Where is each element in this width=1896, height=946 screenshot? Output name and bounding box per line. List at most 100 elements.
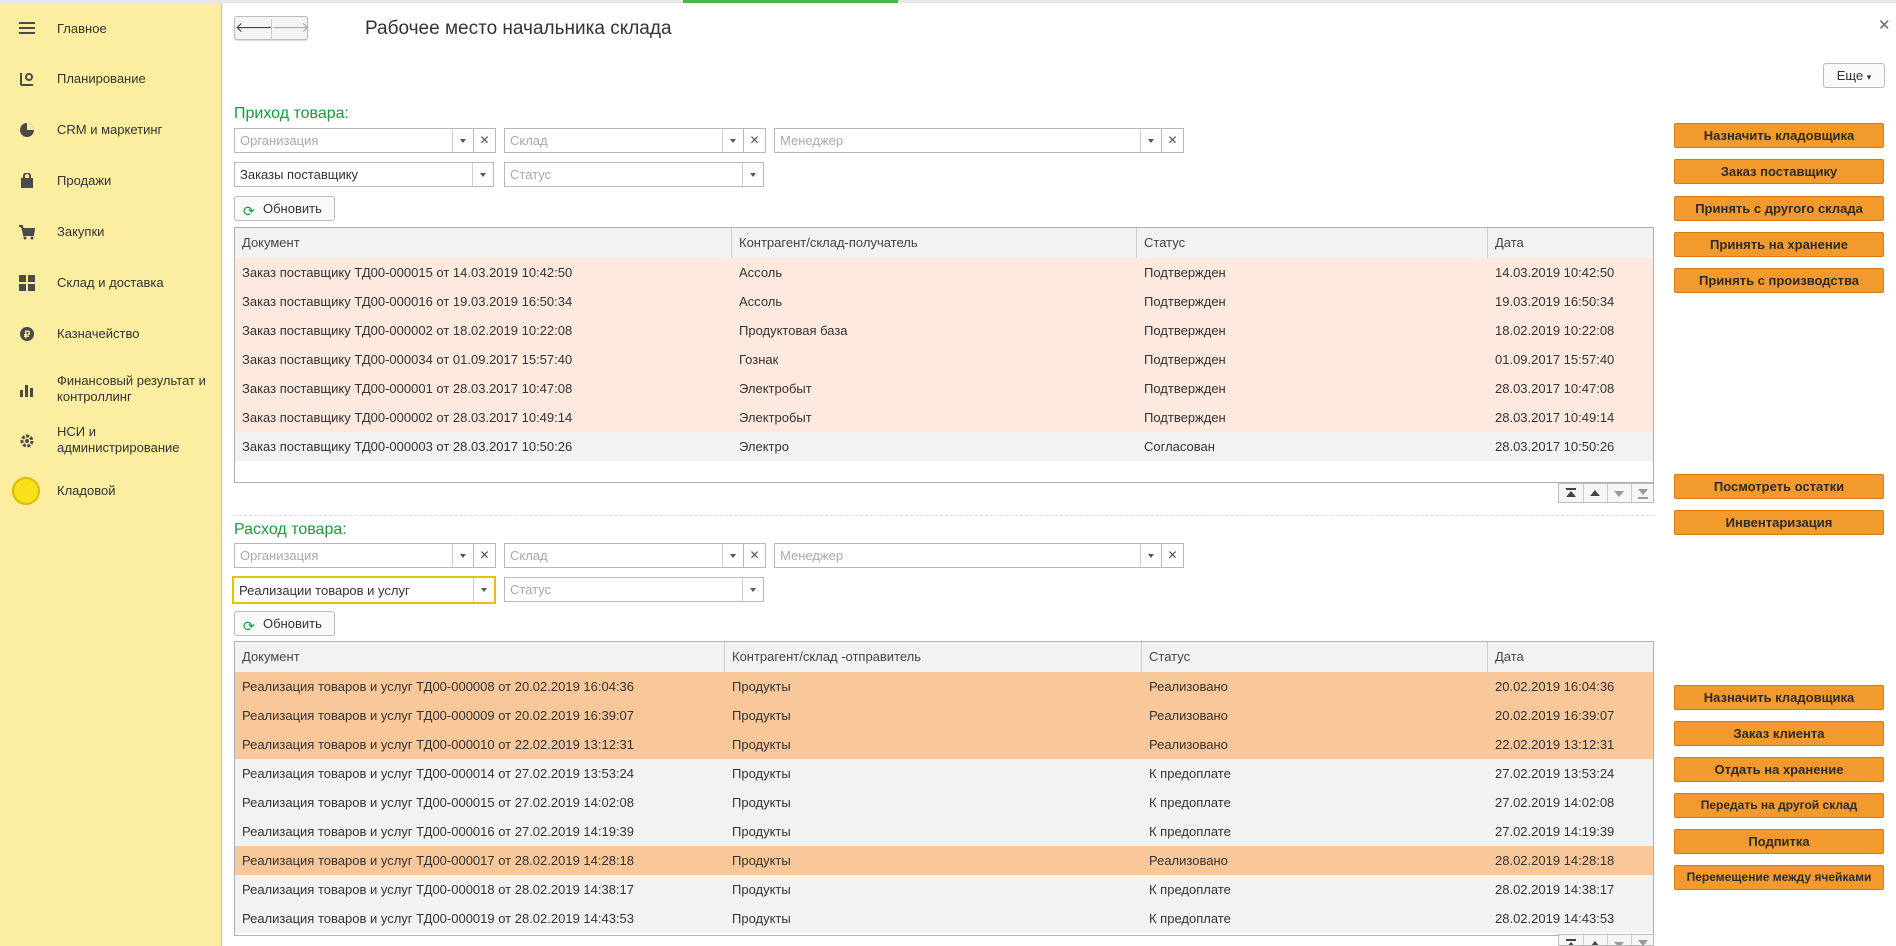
- column-header[interactable]: Статус: [1137, 228, 1488, 258]
- sidebar-item-finance[interactable]: Финансовый результат и контроллинг: [0, 373, 222, 407]
- dropdown-icon[interactable]: [722, 544, 743, 567]
- column-header[interactable]: Контрагент/склад-получатель: [732, 228, 1137, 258]
- table-cell-doc: Заказ поставщику ТД00-000001 от 28.03.20…: [242, 381, 573, 396]
- table-row[interactable]: Реализация товаров и услуг ТД00-000018 о…: [235, 875, 1653, 905]
- view-stock-button[interactable]: Посмотреть остатки: [1674, 474, 1884, 499]
- sidebar-item-planning[interactable]: Планирование: [0, 67, 222, 91]
- outgoing-warehouse-field[interactable]: Склад: [504, 543, 744, 568]
- table-row[interactable]: Заказ поставщику ТД00-000016 от 19.03.20…: [235, 287, 1653, 317]
- incoming-warehouse-field[interactable]: Склад: [504, 128, 744, 153]
- outgoing-org-field[interactable]: Организация: [234, 543, 474, 568]
- outgoing-refresh-button[interactable]: ⟳ Обновить: [234, 611, 335, 636]
- table-row[interactable]: Заказ поставщику ТД00-000002 от 28.03.20…: [235, 403, 1653, 433]
- dropdown-icon[interactable]: [742, 578, 763, 601]
- column-header[interactable]: Дата: [1488, 228, 1653, 258]
- supplier-order-button[interactable]: Заказ поставщику: [1674, 159, 1884, 184]
- close-icon[interactable]: ✕: [1878, 16, 1891, 34]
- move-between-cells-button[interactable]: Перемещение между ячейками: [1674, 865, 1884, 890]
- table-row[interactable]: Заказ поставщику ТД00-000002 от 18.02.20…: [235, 316, 1653, 346]
- incoming-org-field[interactable]: Организация: [234, 128, 474, 153]
- scroll-down-icon[interactable]: [1607, 935, 1632, 945]
- table-row[interactable]: Реализация товаров и услуг ТД00-000010 о…: [235, 730, 1653, 760]
- table-row[interactable]: Реализация товаров и услуг ТД00-000016 о…: [235, 817, 1653, 847]
- coin-icon: ₽: [18, 325, 36, 343]
- sidebar-item-sales[interactable]: Продажи: [0, 169, 222, 193]
- dropdown-icon[interactable]: [472, 163, 493, 186]
- outgoing-doc-type-select[interactable]: Реализации товаров и услуг: [232, 576, 496, 604]
- outgoing-manager-field[interactable]: Менеджер: [774, 543, 1162, 568]
- dropdown-icon[interactable]: [473, 578, 494, 602]
- clear-icon[interactable]: ✕: [1162, 128, 1184, 153]
- table-row[interactable]: Заказ поставщику ТД00-000034 от 01.09.20…: [235, 345, 1653, 375]
- table-row[interactable]: Заказ поставщику ТД00-000001 от 28.03.20…: [235, 374, 1653, 404]
- transfer-to-warehouse-button[interactable]: Передать на другой склад: [1674, 793, 1884, 818]
- dropdown-icon[interactable]: [452, 129, 473, 152]
- active-window-tab[interactable]: [683, 0, 898, 3]
- column-header[interactable]: Контрагент/склад -отправитель: [725, 642, 1142, 672]
- replenishment-button[interactable]: Подпитка: [1674, 829, 1884, 854]
- clear-icon[interactable]: ✕: [744, 128, 766, 153]
- give-to-storage-button[interactable]: Отдать на хранение: [1674, 757, 1884, 782]
- sidebar-item-purchases[interactable]: Закупки: [0, 220, 222, 244]
- clear-icon[interactable]: ✕: [474, 543, 496, 568]
- nav-buttons: 🡐 🡒: [234, 16, 310, 40]
- dropdown-icon[interactable]: [742, 163, 763, 186]
- table-row[interactable]: Реализация товаров и услуг ТД00-000008 о…: [235, 672, 1653, 702]
- incoming-refresh-button[interactable]: ⟳ Обновить: [234, 196, 335, 221]
- assign-storekeeper-in-button[interactable]: Назначить кладовщика: [1674, 123, 1884, 148]
- scroll-bottom-icon[interactable]: [1631, 484, 1655, 502]
- incoming-status-select[interactable]: Статус: [504, 162, 764, 187]
- field-placeholder: Склад: [510, 133, 548, 148]
- table-cell-date: 28.03.2017 10:47:08: [1495, 381, 1615, 396]
- receive-from-production-button[interactable]: Принять с производства: [1674, 268, 1884, 293]
- more-button[interactable]: Еще ▾: [1823, 63, 1885, 88]
- table-row[interactable]: Реализация товаров и услуг ТД00-000019 о…: [235, 904, 1653, 934]
- clear-icon[interactable]: ✕: [474, 128, 496, 153]
- clear-icon[interactable]: ✕: [744, 543, 766, 568]
- incoming-doc-type-select[interactable]: Заказы поставщику: [234, 162, 494, 187]
- table-row[interactable]: Заказ поставщику ТД00-000003 от 28.03.20…: [235, 432, 1653, 462]
- table-cell-date: 27.02.2019 14:19:39: [1495, 824, 1615, 839]
- receive-to-storage-button[interactable]: Принять на хранение: [1674, 232, 1884, 257]
- column-header[interactable]: Документ: [235, 228, 732, 258]
- table-row[interactable]: Реализация товаров и услуг ТД00-000015 о…: [235, 788, 1653, 818]
- sidebar-item-treasury[interactable]: ₽ Казначейство: [0, 322, 222, 346]
- outgoing-status-select[interactable]: Статус: [504, 577, 764, 602]
- clear-icon[interactable]: ✕: [1162, 543, 1184, 568]
- field-value: Реализации товаров и услуг: [239, 583, 410, 598]
- sidebar-item-label: Казначейство: [57, 326, 140, 341]
- table-row[interactable]: Реализация товаров и услуг ТД00-000017 о…: [235, 846, 1653, 876]
- dropdown-icon[interactable]: [722, 129, 743, 152]
- scroll-up-icon[interactable]: [1583, 484, 1608, 502]
- dropdown-icon[interactable]: [1140, 544, 1161, 567]
- table-row[interactable]: Реализация товаров и услуг ТД00-000014 о…: [235, 759, 1653, 789]
- scroll-bottom-icon[interactable]: [1631, 935, 1653, 945]
- dropdown-icon[interactable]: [1140, 129, 1161, 152]
- sidebar-item-admin[interactable]: НСИ и администрирование: [0, 424, 222, 458]
- inventory-button[interactable]: Инвентаризация: [1674, 510, 1884, 535]
- arrow-left-icon[interactable]: 🡐: [235, 19, 273, 36]
- client-order-button[interactable]: Заказ клиента: [1674, 721, 1884, 746]
- incoming-manager-field[interactable]: Менеджер: [774, 128, 1162, 153]
- sidebar-item-crm[interactable]: CRM и маркетинг: [0, 118, 222, 142]
- sidebar-item-warehouse[interactable]: Склад и доставка: [0, 271, 222, 295]
- table-cell-status: Подтвержден: [1144, 381, 1226, 396]
- table-cell-doc: Реализация товаров и услуг ТД00-000008 о…: [242, 679, 635, 694]
- arrow-right-icon[interactable]: 🡒: [271, 19, 310, 39]
- sidebar-item-label: Закупки: [57, 224, 105, 239]
- table-row[interactable]: Реализация товаров и услуг ТД00-000009 о…: [235, 701, 1653, 731]
- scroll-up-icon[interactable]: [1583, 935, 1608, 945]
- scroll-down-icon[interactable]: [1607, 484, 1632, 502]
- column-header[interactable]: Дата: [1488, 642, 1653, 672]
- receive-from-warehouse-button[interactable]: Принять с другого склада: [1674, 196, 1884, 221]
- dropdown-icon[interactable]: [452, 544, 473, 567]
- table-cell-doc: Реализация товаров и услуг ТД00-000016 о…: [242, 824, 635, 839]
- table-row[interactable]: Заказ поставщику ТД00-000015 от 14.03.20…: [235, 258, 1653, 288]
- column-header[interactable]: Статус: [1142, 642, 1488, 672]
- sidebar-item-label: Планирование: [57, 71, 146, 86]
- sidebar-item-storekeeper[interactable]: Кладовой: [0, 475, 222, 507]
- column-header[interactable]: Документ: [235, 642, 725, 672]
- scroll-top-icon[interactable]: [1559, 935, 1584, 945]
- assign-storekeeper-out-button[interactable]: Назначить кладовщика: [1674, 685, 1884, 710]
- scroll-top-icon[interactable]: [1559, 484, 1584, 502]
